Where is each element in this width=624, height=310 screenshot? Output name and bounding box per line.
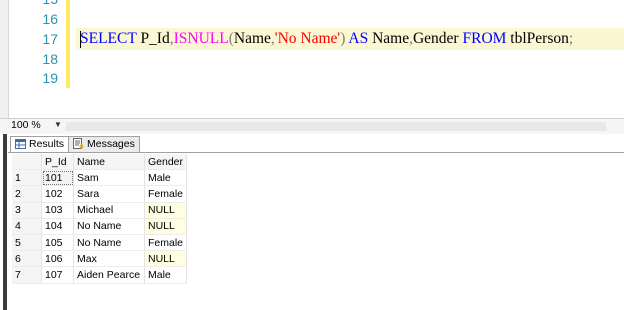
column-header-gender[interactable]: Gender: [144, 154, 188, 171]
sql-query-line[interactable]: SELECT P_Id,ISNULL(Name,'No Name') AS Na…: [80, 30, 573, 48]
cell-gender[interactable]: Male: [144, 169, 188, 187]
zoom-dropdown-icon[interactable]: ▼: [54, 120, 62, 129]
table-row: 7 107 Aiden Pearce Male: [12, 266, 188, 284]
line-number: 18: [42, 51, 58, 67]
row-number[interactable]: 3: [12, 202, 42, 219]
results-pane: Results Messages P_Id Name Gender 1 101 …: [0, 134, 624, 310]
cell-pid[interactable]: 101: [41, 169, 74, 187]
tab-results-label: Results: [29, 138, 65, 150]
cell-gender[interactable]: Female: [144, 185, 188, 203]
cell-pid[interactable]: 105: [41, 234, 74, 252]
left-border-bar: [3, 134, 7, 310]
table-row: 4 104 No Name NULL: [12, 218, 188, 235]
function-token: ISNULL: [173, 30, 229, 47]
row-number[interactable]: 5: [12, 234, 42, 252]
row-number[interactable]: 7: [12, 266, 42, 284]
zoom-level[interactable]: 100 %: [11, 119, 41, 131]
keyword-token: AS: [345, 30, 373, 47]
tab-strip-divider: [8, 152, 624, 153]
cell-name[interactable]: Max: [73, 250, 145, 268]
row-number[interactable]: 2: [12, 185, 42, 203]
row-number[interactable]: 6: [12, 250, 42, 268]
row-header-corner[interactable]: [12, 154, 42, 171]
identifier-token: Name: [233, 30, 271, 47]
line-number: 19: [42, 70, 58, 86]
cell-gender[interactable]: Male: [144, 266, 188, 284]
line-number: 16: [42, 11, 58, 27]
horizontal-scrollbar[interactable]: [66, 122, 606, 131]
cell-name[interactable]: No Name: [73, 218, 145, 235]
cell-pid[interactable]: 103: [41, 202, 74, 219]
cell-gender[interactable]: NULL: [144, 202, 188, 219]
row-number[interactable]: 1: [12, 169, 42, 187]
tab-messages-label: Messages: [87, 138, 135, 150]
column-header-name[interactable]: Name: [73, 154, 145, 171]
line-number: 15: [0, 0, 58, 7]
cell-gender[interactable]: NULL: [144, 250, 188, 268]
semicolon-token: ;: [568, 30, 574, 47]
table-row: 5 105 No Name Female: [12, 234, 188, 252]
query-editor[interactable]: 15 16 17 18 19 SELECT P_Id,ISNULL(Name,'…: [0, 0, 624, 118]
tab-messages[interactable]: Messages: [68, 136, 140, 152]
column-header-pid[interactable]: P_Id: [41, 154, 74, 171]
text-caret: [80, 31, 81, 48]
cell-name[interactable]: Sam: [73, 169, 145, 187]
identifier-token: P_Id: [136, 30, 170, 47]
table-row: 2 102 Sara Female: [12, 185, 188, 203]
cell-gender[interactable]: Female: [144, 234, 188, 252]
cell-name[interactable]: Aiden Pearce: [73, 266, 145, 284]
cell-pid[interactable]: 104: [41, 218, 74, 235]
keyword-token: SELECT: [80, 30, 137, 47]
table-row: 1 101 Sam Male: [12, 169, 188, 187]
cell-name[interactable]: No Name: [73, 234, 145, 252]
cell-gender[interactable]: NULL: [144, 218, 188, 235]
identifier-token: Gender: [412, 30, 463, 47]
tab-results[interactable]: Results: [10, 136, 70, 153]
table-row: 3 103 Michael NULL: [12, 202, 188, 219]
row-number[interactable]: 4: [12, 218, 42, 235]
zoom-bar: 100 % ▼: [0, 119, 624, 134]
table-row: 6 106 Max NULL: [12, 250, 188, 268]
grid-header-row: P_Id Name Gender: [12, 154, 188, 171]
identifier-token: Name: [372, 30, 410, 47]
cell-name[interactable]: Michael: [73, 202, 145, 219]
cell-pid[interactable]: 107: [41, 266, 74, 284]
keyword-token: FROM: [462, 30, 507, 47]
line-number: 17: [42, 31, 58, 47]
results-grid: P_Id Name Gender 1 101 Sam Male 2 102 Sa…: [12, 154, 188, 284]
cell-pid[interactable]: 102: [41, 185, 74, 203]
change-tracking-bar: [66, 0, 70, 88]
cell-pid[interactable]: 106: [41, 250, 74, 268]
identifier-token: tblPerson: [506, 30, 569, 47]
string-token: 'No Name': [274, 30, 341, 47]
cell-name[interactable]: Sara: [73, 185, 145, 203]
